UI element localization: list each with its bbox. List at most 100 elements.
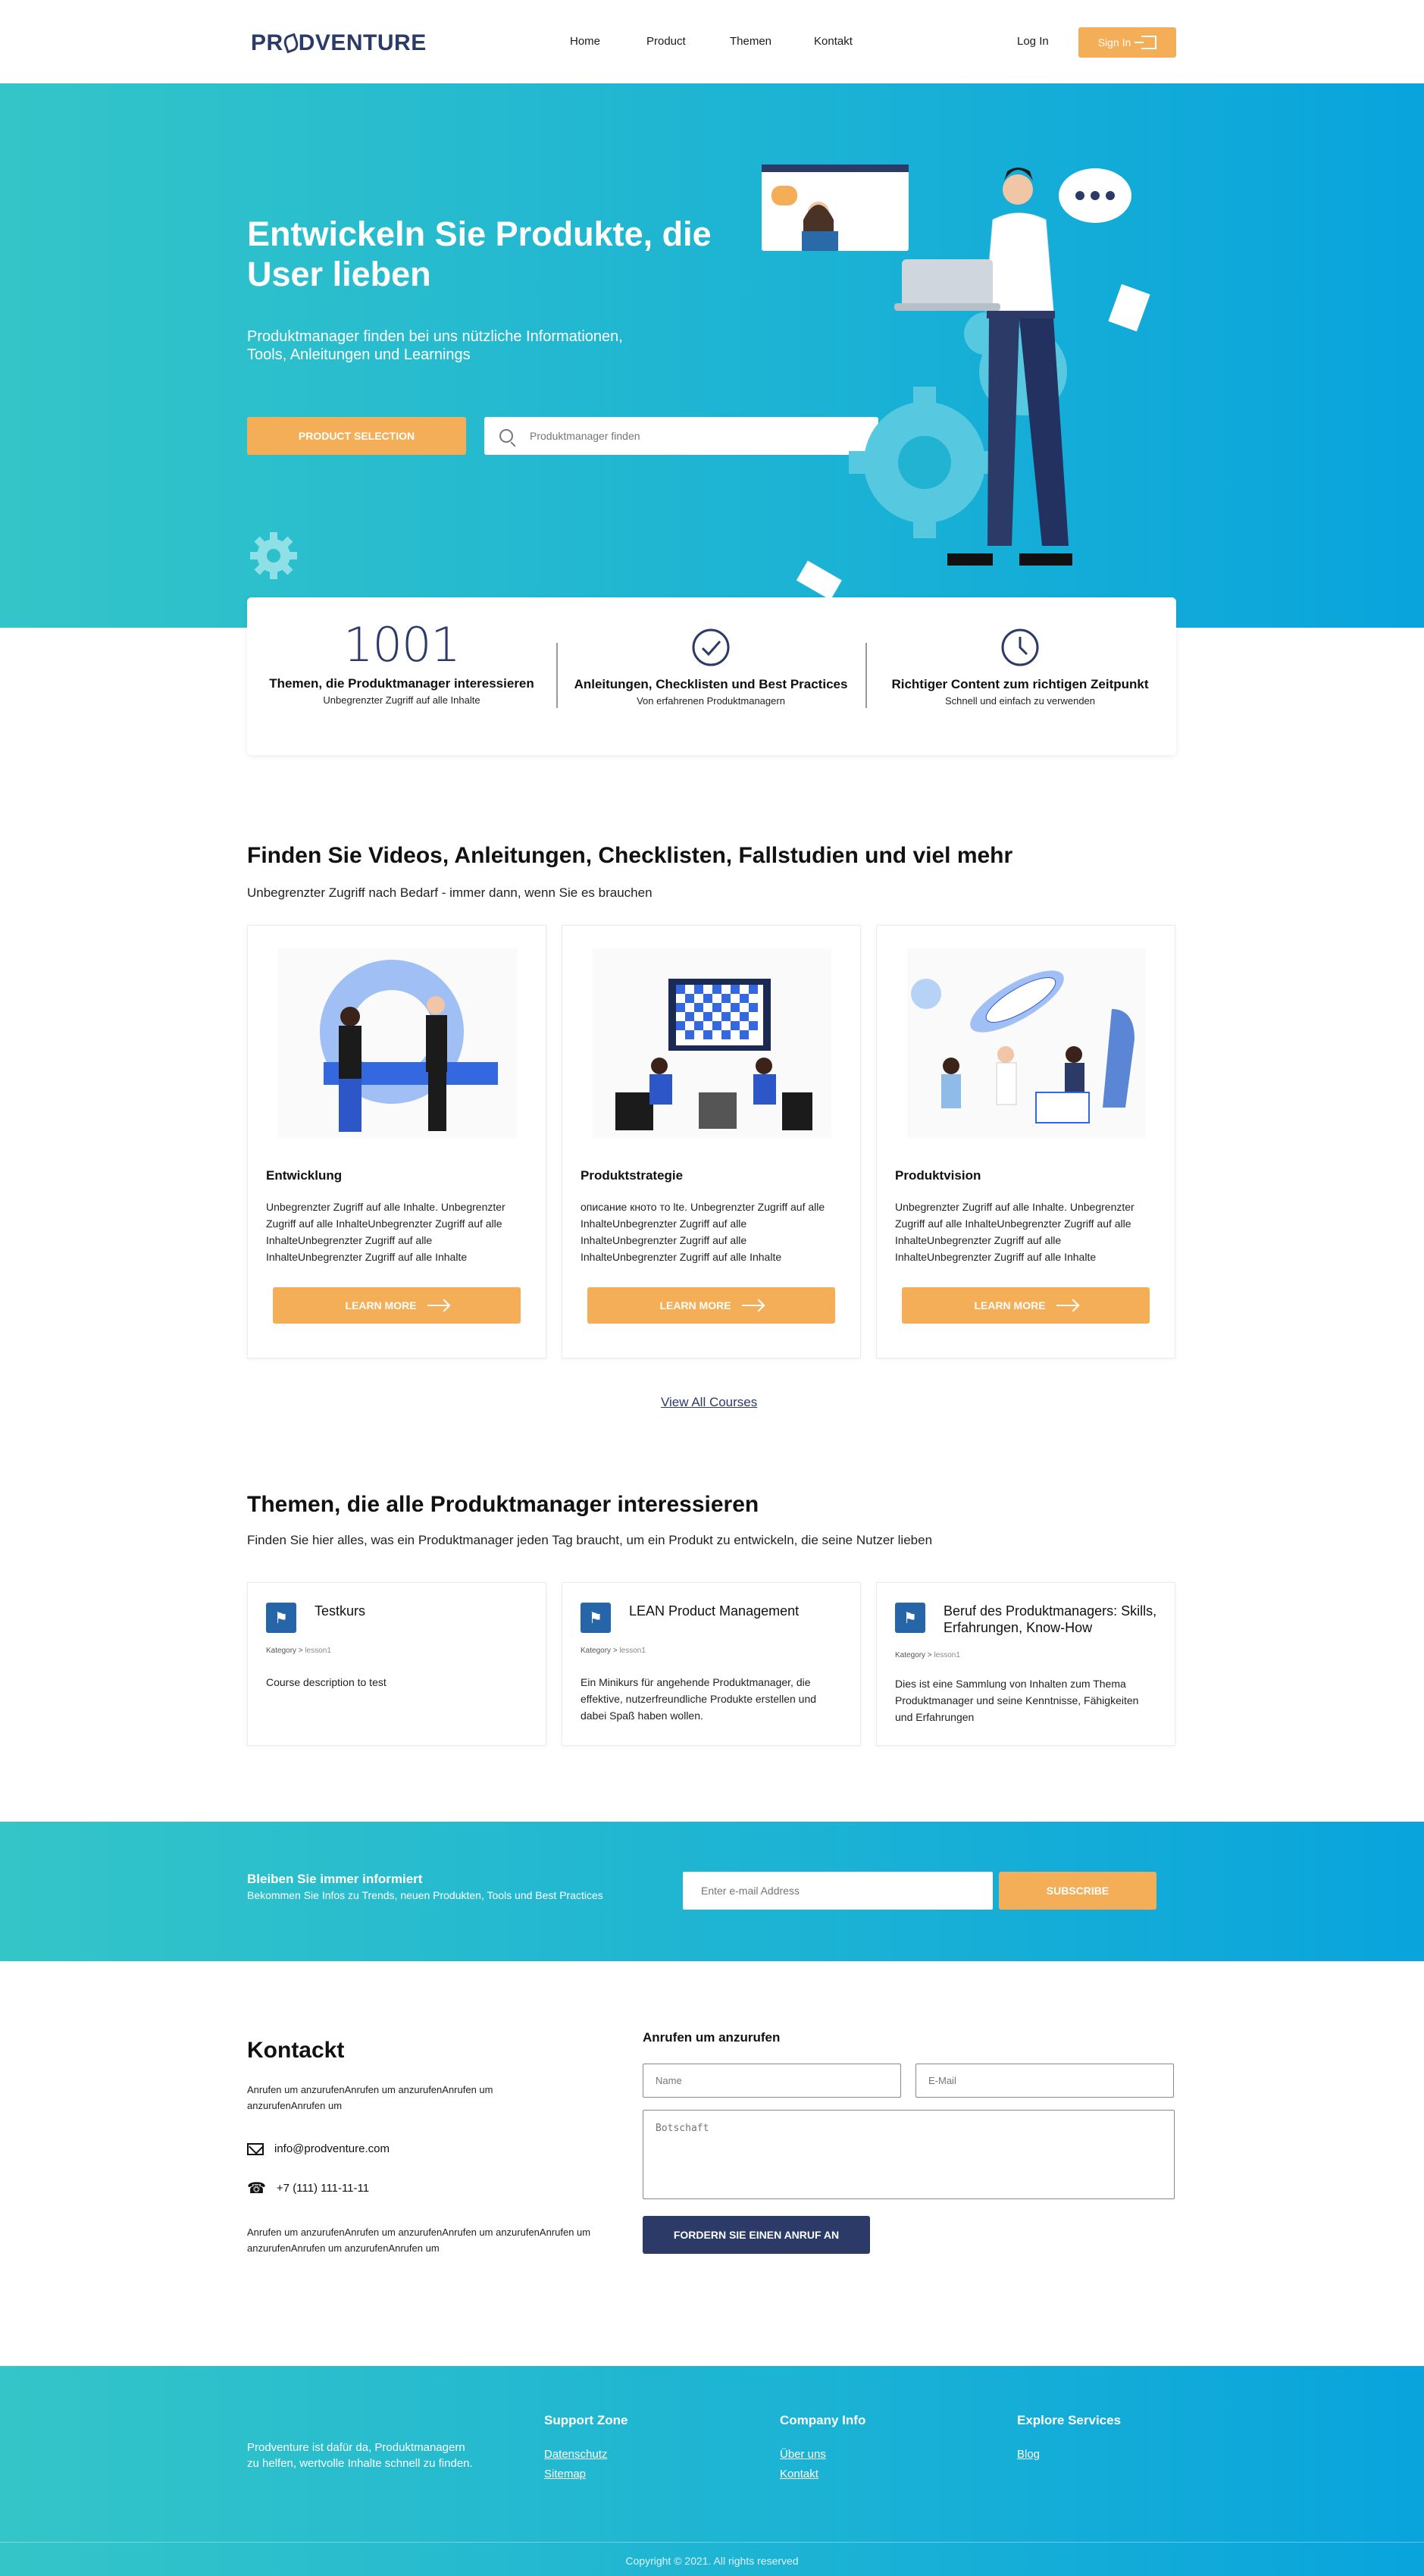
- search-icon: [499, 429, 513, 443]
- nav-home[interactable]: Home: [570, 35, 600, 48]
- theme-title: Beruf des Produktmanagers: Skills, Erfah…: [944, 1603, 1157, 1635]
- contact-title: Kontackt: [247, 2038, 345, 2063]
- stats-panel: 1001 Themen, die Produktmanager interess…: [247, 597, 1176, 755]
- newsletter-section: Bleiben Sie immer informiert Bekommen Si…: [0, 1822, 1424, 1961]
- footer-link-sitemap[interactable]: Sitemap: [544, 2468, 627, 2480]
- footer-link-kontakt[interactable]: Kontakt: [780, 2468, 865, 2480]
- stat-subtitle: Schnell und einfach zu verwenden: [944, 695, 1096, 707]
- course-icon: ⚑: [581, 1603, 611, 1633]
- learn-more-label: LEARN MORE: [659, 1299, 731, 1312]
- theme-description: Ein Minikurs für angehende Produktmanage…: [581, 1676, 817, 1722]
- footer-heading: Company Info: [780, 2413, 866, 2427]
- nav-kontakt[interactable]: Kontakt: [814, 35, 853, 48]
- contact-text: Anrufen um anzurufenAnrufen um anzurufen…: [247, 2084, 493, 2111]
- breadcrumb: Kategory > lesson1: [266, 1647, 331, 1655]
- signin-label: Sign In: [1097, 36, 1131, 49]
- footer-heading: Support Zone: [544, 2413, 628, 2427]
- theme-card[interactable]: ⚑ Beruf des Produktmanagers: Skills, Erf…: [876, 1582, 1175, 1746]
- name-field[interactable]: [643, 2064, 901, 2098]
- course-cards: Entwicklung Unbegrenzter Zugriff auf all…: [247, 925, 1176, 1359]
- course-card: Produktvision Unbegrenzter Zugriff auf a…: [876, 925, 1175, 1359]
- site-logo[interactable]: PR DVENTURE: [251, 30, 427, 56]
- course-card: Entwicklung Unbegrenzter Zugriff auf all…: [247, 925, 546, 1359]
- course-title: Entwicklung: [266, 1168, 343, 1183]
- arrow-right-icon: [741, 1305, 763, 1306]
- newsletter-email-input[interactable]: [683, 1872, 993, 1910]
- theme-card[interactable]: ⚑ Testkurs Kategory > lesson1 Course des…: [247, 1582, 546, 1746]
- product-selection-button[interactable]: PRODUCT SELECTION: [247, 417, 466, 455]
- lesson-label: lesson1: [934, 1651, 960, 1659]
- course-description: Unbegrenzter Zugriff auf alle Inhalte. U…: [266, 1201, 505, 1263]
- vision-illustration: [907, 948, 1146, 1138]
- login-arrow-icon: [1135, 36, 1157, 49]
- subscribe-button[interactable]: SUBSCRIBE: [999, 1872, 1156, 1910]
- themes-title: Themen, die alle Produktmanager interess…: [247, 1492, 759, 1517]
- arrow-right-icon: [427, 1305, 449, 1306]
- clock-icon: [1001, 628, 1039, 666]
- stat-themes: 1001 Themen, die Produktmanager interess…: [247, 597, 556, 755]
- request-call-button[interactable]: FORDERN SIE EINEN ANRUF AN: [643, 2216, 870, 2254]
- stat-title: Richtiger Content zum richtigen Zeitpunk…: [891, 677, 1149, 691]
- course-card: Produktstrategie описание кното то lte. …: [562, 925, 861, 1359]
- login-link[interactable]: Log In: [1017, 35, 1049, 48]
- leaf-icon: [281, 33, 300, 54]
- check-circle-icon: [692, 628, 730, 666]
- breadcrumb: Kategory > lesson1: [895, 1651, 960, 1659]
- email-field[interactable]: [915, 2064, 1174, 2098]
- message-field[interactable]: [643, 2110, 1175, 2199]
- strategy-illustration: [593, 948, 831, 1138]
- learn-more-button[interactable]: LEARN MORE: [902, 1287, 1150, 1324]
- theme-description: Dies ist eine Sammlung von Inhalten zum …: [895, 1678, 1139, 1723]
- category-label: Kategory: [266, 1647, 297, 1655]
- course-description: Unbegrenzter Zugriff auf alle Inhalte. U…: [895, 1201, 1135, 1263]
- stat-subtitle: Von erfahrenen Produktmanagern: [637, 695, 785, 707]
- theme-title: Testkurs: [315, 1603, 366, 1619]
- stat-content: Richtiger Content zum richtigen Zeitpunk…: [865, 597, 1175, 755]
- course-icon: ⚑: [895, 1603, 925, 1633]
- footer-column-company: Company Info Über uns Kontakt: [780, 2413, 865, 2487]
- nav-themen[interactable]: Themen: [730, 35, 771, 48]
- stat-number: 1001: [343, 617, 461, 672]
- learn-more-button[interactable]: LEARN MORE: [273, 1287, 521, 1324]
- theme-description: Course description to test: [266, 1676, 387, 1688]
- hero-section: Entwickeln Sie Produkte, die User lieben…: [0, 83, 1424, 628]
- development-illustration: [278, 948, 517, 1138]
- footer-divider: [0, 2542, 1424, 2543]
- category-label: Kategory: [895, 1651, 926, 1659]
- theme-cards: ⚑ Testkurs Kategory > lesson1 Course des…: [247, 1582, 1176, 1746]
- arrow-right-icon: [1056, 1305, 1078, 1306]
- contact-email[interactable]: info@prodventure.com: [274, 2142, 390, 2155]
- learn-more-label: LEARN MORE: [345, 1299, 417, 1312]
- footer-heading: Explore Services: [1017, 2413, 1122, 2427]
- theme-card[interactable]: ⚑ LEAN Product Management Kategory > les…: [562, 1582, 861, 1746]
- stat-subtitle: Unbegrenzter Zugriff auf alle Inhalte: [323, 694, 480, 706]
- form-title: Anrufen um anzurufen: [643, 2030, 781, 2045]
- footer-column-support: Support Zone Datenschutz Sitemap: [544, 2413, 627, 2487]
- course-title: Produktvision: [895, 1168, 981, 1183]
- themes-subtitle: Finden Sie hier alles, was ein Produktma…: [247, 1533, 933, 1547]
- footer-link-datenschutz[interactable]: Datenschutz: [544, 2448, 627, 2461]
- footer-column-services: Explore Services Blog: [1017, 2413, 1121, 2468]
- lesson-label: lesson1: [305, 1647, 331, 1655]
- course-title: Produktstrategie: [581, 1168, 684, 1183]
- nav-product[interactable]: Product: [646, 35, 686, 48]
- courses-subtitle: Unbegrenzter Zugriff nach Bedarf - immer…: [247, 885, 653, 900]
- footer-link-about[interactable]: Über uns: [780, 2448, 865, 2461]
- contact-text-2: Anrufen um anzurufenAnrufen um anzurufen…: [247, 2227, 591, 2254]
- learn-more-button[interactable]: LEARN MORE: [587, 1287, 835, 1324]
- contact-phone-row: ☎ +7 (111) 111-11-11: [247, 2179, 369, 2198]
- footer-link-blog[interactable]: Blog: [1017, 2448, 1121, 2461]
- breadcrumb: Kategory > lesson1: [581, 1647, 646, 1655]
- signin-button[interactable]: Sign In: [1078, 27, 1176, 58]
- copyright: Copyright © 2021. All rights reserved: [625, 2555, 799, 2567]
- contact-email-row: info@prodventure.com: [247, 2142, 390, 2155]
- hero-subtitle: Produktmanager finden bei uns nützliche …: [247, 328, 623, 363]
- contact-phone[interactable]: +7 (111) 111-11-11: [277, 2182, 369, 2195]
- main-nav: Home Product Themen Kontakt: [570, 35, 853, 48]
- view-all-courses-link[interactable]: View All Courses: [661, 1395, 757, 1410]
- newsletter-subtitle: Bekommen Sie Infos zu Trends, neuen Prod…: [247, 1889, 603, 1901]
- phone-icon: ☎: [247, 2180, 266, 2197]
- category-label: Kategory: [581, 1647, 612, 1655]
- lesson-label: lesson1: [619, 1647, 646, 1655]
- gear-icon: [250, 532, 297, 579]
